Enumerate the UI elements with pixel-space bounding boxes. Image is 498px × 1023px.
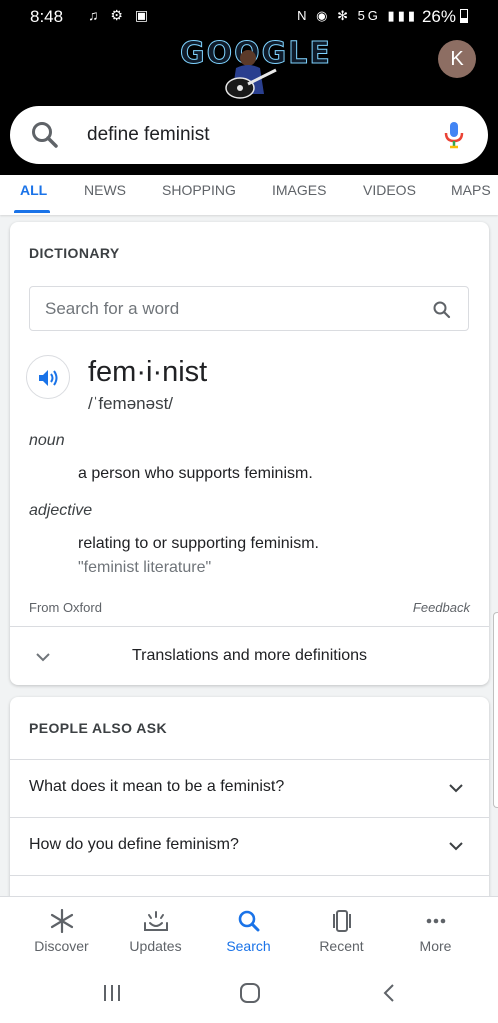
microphone-icon[interactable] <box>444 120 464 150</box>
nav-label: More <box>419 938 452 954</box>
system-navigation <box>0 966 498 1023</box>
battery-icon <box>460 9 468 23</box>
chevron-down-icon <box>449 784 463 793</box>
word-search-placeholder: Search for a word <box>45 299 180 318</box>
updates-icon <box>144 911 168 931</box>
phonetic-spelling: /ˈfemənəst/ <box>88 394 174 413</box>
tab-videos[interactable]: VIDEOS <box>363 182 416 198</box>
nav-updates[interactable]: Updates <box>106 897 205 967</box>
search-icon[interactable] <box>432 300 452 320</box>
people-also-ask-card: PEOPLE ALSO ASK What does it mean to be … <box>10 697 489 907</box>
battery-percent: 26% <box>421 7 456 26</box>
search-tabs: ALL NEWS SHOPPING IMAGES VIDEOS MAPS <box>0 175 498 215</box>
definition-noun: a person who supports feminism. <box>78 465 313 482</box>
tab-shopping[interactable]: SHOPPING <box>162 182 236 198</box>
account-avatar[interactable]: K <box>438 40 476 78</box>
tab-maps[interactable]: MAPS <box>451 182 491 198</box>
pronunciation-button[interactable] <box>26 355 70 399</box>
nav-more[interactable]: More <box>386 897 485 967</box>
search-icon <box>238 910 260 932</box>
recent-apps-icon[interactable] <box>101 982 123 1004</box>
search-icon[interactable] <box>30 120 60 150</box>
nav-label: Recent <box>319 938 364 954</box>
question-text: How do you define feminism? <box>29 836 239 853</box>
more-definitions-label: Translations and more definitions <box>131 647 368 664</box>
word-search-input[interactable]: Search for a word <box>29 286 469 331</box>
divider <box>10 626 489 627</box>
search-bar[interactable]: define feminist <box>10 106 488 164</box>
usage-example: "feminist literature" <box>78 559 212 576</box>
divider <box>10 875 489 876</box>
feedback-link[interactable]: Feedback <box>413 600 470 615</box>
nav-discover[interactable]: Discover <box>12 897 111 967</box>
recent-icon <box>333 910 351 932</box>
header-area: 8:48 ♫ ⚙ ▣ N ◉ ✻ 5G ▮▮▮ 26% GOOGLE K def… <box>0 0 498 175</box>
asterisk-icon <box>50 909 74 933</box>
bottom-navigation: Discover Updates Search Recent More <box>0 896 498 966</box>
dictionary-title: DICTIONARY <box>29 245 120 261</box>
tab-all[interactable]: ALL <box>20 182 47 198</box>
question-row[interactable]: How do you define feminism? <box>10 817 489 875</box>
question-text: What does it mean to be a feminist? <box>29 778 285 795</box>
notification-icons: ♫ ⚙ ▣ <box>88 7 153 23</box>
chevron-down-icon <box>449 842 463 851</box>
tab-news[interactable]: NEWS <box>84 182 126 198</box>
nav-recent[interactable]: Recent <box>292 897 391 967</box>
definition-adjective: relating to or supporting feminism. <box>78 535 319 552</box>
back-icon[interactable] <box>379 982 401 1004</box>
speaker-icon <box>39 370 58 386</box>
network-icons: N ◉ ✻ 5G ▮▮▮ <box>297 8 418 23</box>
dictionary-card: DICTIONARY Search for a word fem·i·nist … <box>10 222 489 685</box>
nav-label: Discover <box>34 938 89 954</box>
dictionary-source: From Oxford <box>29 600 102 615</box>
nav-search[interactable]: Search <box>199 897 298 967</box>
network-type: 5G <box>357 8 381 23</box>
search-query[interactable]: define feminist <box>87 124 210 146</box>
home-icon[interactable] <box>239 982 261 1004</box>
people-also-ask-title: PEOPLE ALSO ASK <box>29 720 167 736</box>
part-of-speech-adjective: adjective <box>29 502 93 519</box>
status-bar: 8:48 ♫ ⚙ ▣ N ◉ ✻ 5G ▮▮▮ 26% <box>0 0 498 32</box>
more-dots-icon <box>426 918 446 924</box>
more-definitions-button[interactable]: Translations and more definitions <box>10 629 489 685</box>
headword: fem·i·nist <box>88 356 208 388</box>
google-doodle[interactable]: GOOGLE <box>180 34 330 106</box>
nav-label: Updates <box>129 938 182 954</box>
question-row[interactable]: What does it mean to be a feminist? <box>10 759 489 817</box>
part-of-speech-noun: noun <box>29 432 65 449</box>
tab-images[interactable]: IMAGES <box>272 182 326 198</box>
doodle-guitarist-icon <box>225 50 277 99</box>
status-time: 8:48 <box>30 7 64 26</box>
scroll-indicator <box>493 612 498 808</box>
active-tab-indicator <box>14 210 50 213</box>
nav-label: Search <box>226 938 271 954</box>
